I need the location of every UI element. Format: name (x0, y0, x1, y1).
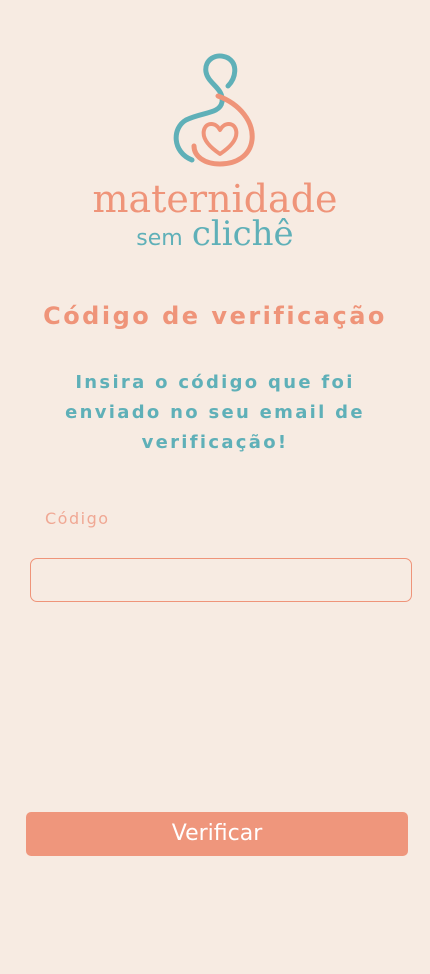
code-input[interactable] (30, 558, 412, 602)
code-field-label: Código (45, 509, 110, 528)
mother-heart-logo-icon (173, 53, 255, 167)
brand-wordmark-sem: sem (136, 226, 183, 251)
page-title: Código de verificação (43, 302, 387, 330)
brand-wordmark-line2: sem clichê (0, 214, 430, 260)
verify-button[interactable]: Verificar (26, 812, 408, 856)
brand-wordmark-cliche: clichê (191, 214, 294, 254)
instructions-text: Insira o código que foi enviado no seu e… (65, 372, 365, 453)
